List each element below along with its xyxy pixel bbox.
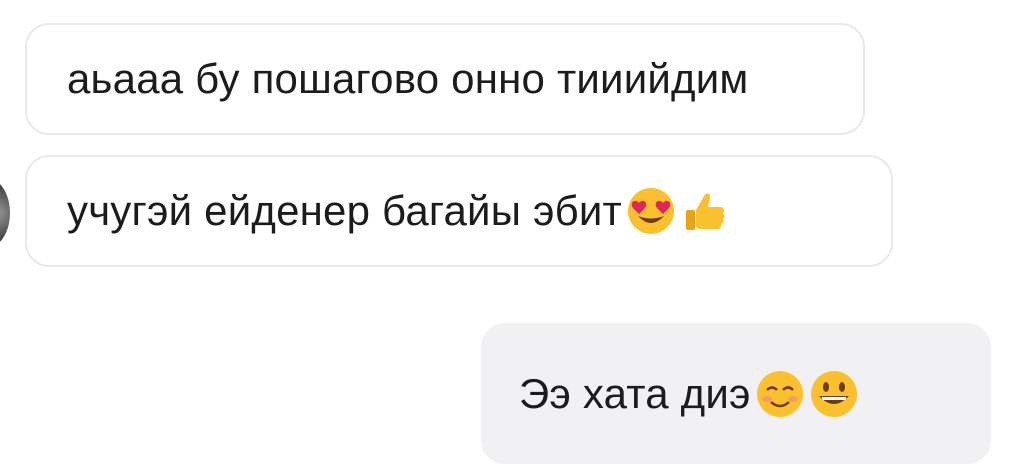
message-text: Ээ хата диэ bbox=[519, 369, 751, 417]
avatar[interactable] bbox=[0, 178, 10, 248]
chat-thread: аьааа бу пошагово онно тииийдим учугэй е… bbox=[0, 0, 1034, 469]
thumbs-up-emoji bbox=[680, 186, 730, 236]
message-bubble-outgoing[interactable]: Ээ хата диэ bbox=[481, 323, 991, 464]
smiling-blush-emoji bbox=[755, 369, 805, 419]
message-text: учугэй ейденер багайы эбит bbox=[67, 187, 622, 234]
grinning-emoji bbox=[809, 369, 859, 419]
message-text: аьааа бу пошагово онно тииийдим bbox=[67, 55, 749, 102]
message-bubble-incoming[interactable]: учугэй ейденер багайы эбит bbox=[25, 155, 893, 267]
message-bubble-incoming[interactable]: аьааа бу пошагово онно тииийдим bbox=[25, 23, 865, 135]
heart-eyes-emoji bbox=[626, 186, 676, 236]
